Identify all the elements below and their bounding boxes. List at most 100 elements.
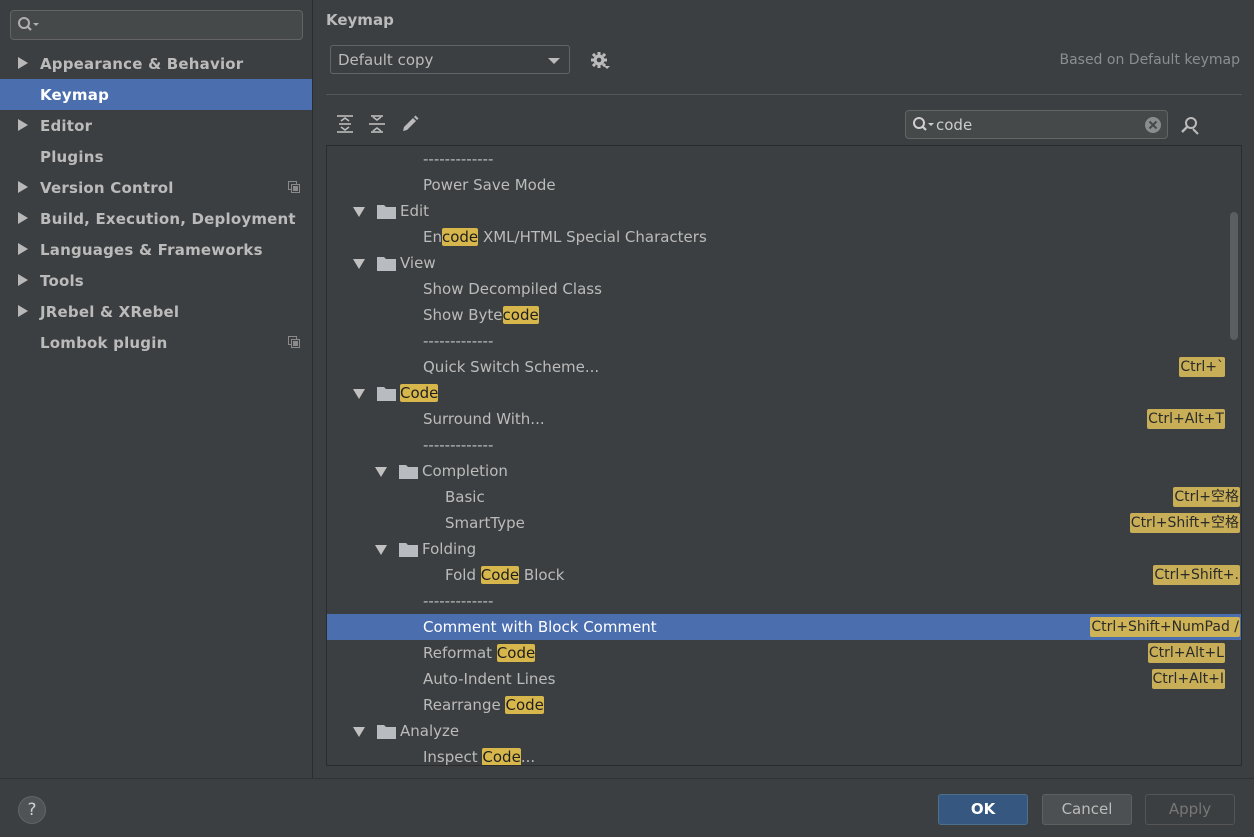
tree-action-row[interactable]: Show Decompiled Class bbox=[327, 276, 1241, 302]
expand-all-icon[interactable] bbox=[335, 114, 355, 134]
label-segment: Folding bbox=[422, 540, 477, 558]
settings-sidebar: Appearance & Behavior Keymap Editor Plugins… bbox=[0, 0, 313, 778]
tree-separator-row[interactable]: ------------- bbox=[327, 146, 1241, 172]
tree-folder-row[interactable]: Analyze bbox=[327, 718, 1241, 744]
divider bbox=[326, 94, 1242, 95]
shortcut-badge: Ctrl+Shift+空格 bbox=[1129, 513, 1240, 533]
project-level-icon bbox=[288, 336, 300, 348]
keymap-scheme-select[interactable]: Default copy bbox=[330, 45, 570, 74]
tree-action-row[interactable]: Reformat Code Ctrl+Alt+L bbox=[327, 640, 1241, 666]
collapse-arrow-icon[interactable] bbox=[353, 727, 365, 737]
apply-button[interactable]: Apply bbox=[1145, 794, 1235, 825]
cancel-button[interactable]: Cancel bbox=[1042, 794, 1132, 825]
collapse-arrow-icon[interactable] bbox=[375, 467, 387, 477]
collapse-arrow-icon[interactable] bbox=[353, 207, 365, 217]
tree-folder-row[interactable]: Edit bbox=[327, 198, 1241, 224]
tree-action-row[interactable]: Encode XML/HTML Special Characters bbox=[327, 224, 1241, 250]
settings-search-input[interactable] bbox=[10, 10, 303, 40]
tree-action-row[interactable]: Show Bytecode bbox=[327, 302, 1241, 328]
ok-button[interactable]: OK bbox=[938, 794, 1028, 825]
sidebar-item-label: Languages & Frameworks bbox=[40, 240, 263, 259]
sidebar-item[interactable]: Appearance & Behavior bbox=[0, 48, 312, 79]
tree-folder-row[interactable]: View bbox=[327, 250, 1241, 276]
sidebar-item[interactable]: Languages & Frameworks bbox=[0, 234, 312, 265]
tree-row-label: ------------- bbox=[423, 150, 493, 168]
clear-search-icon[interactable] bbox=[1144, 116, 1162, 134]
tree-scrollbar[interactable] bbox=[1230, 212, 1238, 340]
collapse-arrow-icon[interactable] bbox=[375, 545, 387, 555]
tree-folder-row[interactable]: Code bbox=[327, 380, 1241, 406]
sidebar-item[interactable]: Keymap bbox=[0, 79, 312, 110]
expand-arrow-icon[interactable] bbox=[17, 181, 29, 193]
tree-row-label: Show Bytecode bbox=[423, 306, 539, 324]
tree-row-label: Completion bbox=[422, 462, 508, 480]
find-by-shortcut-icon[interactable] bbox=[1180, 115, 1200, 135]
tree-action-row[interactable]: Inspect Code... bbox=[327, 744, 1241, 766]
tree-row-label: Surround With... bbox=[423, 410, 545, 428]
label-segment: Power Save Mode bbox=[423, 176, 556, 194]
search-match-highlight: Code bbox=[496, 644, 536, 662]
expand-arrow-icon[interactable] bbox=[17, 212, 29, 224]
tree-separator-row[interactable]: ------------- bbox=[327, 432, 1241, 458]
shortcut-badge: Ctrl+Alt+L bbox=[1147, 643, 1225, 663]
tree-action-row[interactable]: Auto-Indent Lines Ctrl+Alt+I bbox=[327, 666, 1241, 692]
tree-folder-row[interactable]: Folding bbox=[327, 536, 1241, 562]
sidebar-item[interactable]: Editor bbox=[0, 110, 312, 141]
tree-row-label: Code bbox=[400, 384, 439, 402]
sidebar-item[interactable]: Tools bbox=[0, 265, 312, 296]
sidebar-item[interactable]: Version Control bbox=[0, 172, 312, 203]
tree-row-label: Reformat Code bbox=[423, 644, 536, 662]
help-button[interactable]: ? bbox=[18, 796, 46, 824]
sidebar-item-label: Keymap bbox=[40, 85, 110, 104]
sidebar-item-label: Tools bbox=[40, 271, 84, 290]
tree-action-row[interactable]: Surround With... Ctrl+Alt+T bbox=[327, 406, 1241, 432]
sidebar-item[interactable]: Plugins bbox=[0, 141, 312, 172]
tree-row-label: Inspect Code... bbox=[423, 748, 535, 766]
expand-arrow-icon[interactable] bbox=[17, 119, 29, 131]
tree-action-row[interactable]: Fold Code Block Ctrl+Shift+. bbox=[327, 562, 1241, 588]
label-segment: Surround With... bbox=[423, 410, 545, 428]
folder-icon bbox=[399, 543, 418, 557]
expand-arrow-icon[interactable] bbox=[17, 57, 29, 69]
sidebar-item-label: Build, Execution, Deployment bbox=[40, 209, 296, 228]
tree-action-row[interactable]: Basic Ctrl+空格 bbox=[327, 484, 1241, 510]
tree-action-row[interactable]: Comment with Block Comment Ctrl+Shift+Num… bbox=[327, 614, 1241, 640]
folder-icon bbox=[377, 257, 396, 271]
tree-action-row[interactable]: Power Save Mode bbox=[327, 172, 1241, 198]
shortcut-badge: Ctrl+Shift+. bbox=[1153, 565, 1240, 585]
expand-arrow-icon[interactable] bbox=[17, 274, 29, 286]
sidebar-item[interactable]: Lombok plugin bbox=[0, 327, 312, 358]
expand-arrow-icon[interactable] bbox=[17, 243, 29, 255]
gear-icon[interactable] bbox=[590, 51, 610, 71]
keymap-filter-input[interactable] bbox=[936, 114, 1136, 135]
label-segment: ------------- bbox=[423, 592, 494, 610]
sidebar-item[interactable]: Build, Execution, Deployment bbox=[0, 203, 312, 234]
collapse-all-icon[interactable] bbox=[367, 114, 387, 134]
expand-arrow-icon[interactable] bbox=[17, 305, 29, 317]
sidebar-item-label: Plugins bbox=[40, 147, 104, 166]
shortcut-badge: Ctrl+Alt+I bbox=[1151, 669, 1225, 689]
search-match-highlight: Code bbox=[505, 696, 544, 714]
label-segment: Analyze bbox=[400, 722, 460, 740]
tree-row-label: Encode XML/HTML Special Characters bbox=[423, 228, 707, 246]
search-icon bbox=[913, 117, 934, 131]
tree-action-row[interactable]: Quick Switch Scheme... Ctrl+` bbox=[327, 354, 1241, 380]
tree-separator-row[interactable]: ------------- bbox=[327, 588, 1241, 614]
keymap-filter-field[interactable] bbox=[905, 110, 1168, 139]
label-segment: Completion bbox=[422, 462, 508, 480]
label-segment: En bbox=[423, 228, 442, 246]
tree-separator-row[interactable]: ------------- bbox=[327, 328, 1241, 354]
tree-row-label: Quick Switch Scheme... bbox=[423, 358, 599, 376]
tree-folder-row[interactable]: Completion bbox=[327, 458, 1241, 484]
collapse-arrow-icon[interactable] bbox=[353, 259, 365, 269]
folder-icon bbox=[377, 205, 396, 219]
tree-action-row[interactable]: Rearrange Code bbox=[327, 692, 1241, 718]
label-segment: Inspect bbox=[423, 748, 483, 766]
tree-action-row[interactable]: SmartType Ctrl+Shift+空格 bbox=[327, 510, 1241, 536]
sidebar-item[interactable]: JRebel & XRebel bbox=[0, 296, 312, 327]
tree-row-label: SmartType bbox=[445, 514, 525, 532]
label-segment: Quick Switch Scheme... bbox=[423, 358, 600, 376]
edit-icon[interactable] bbox=[400, 114, 420, 134]
sidebar-item-label: Editor bbox=[40, 116, 93, 135]
collapse-arrow-icon[interactable] bbox=[353, 389, 365, 399]
